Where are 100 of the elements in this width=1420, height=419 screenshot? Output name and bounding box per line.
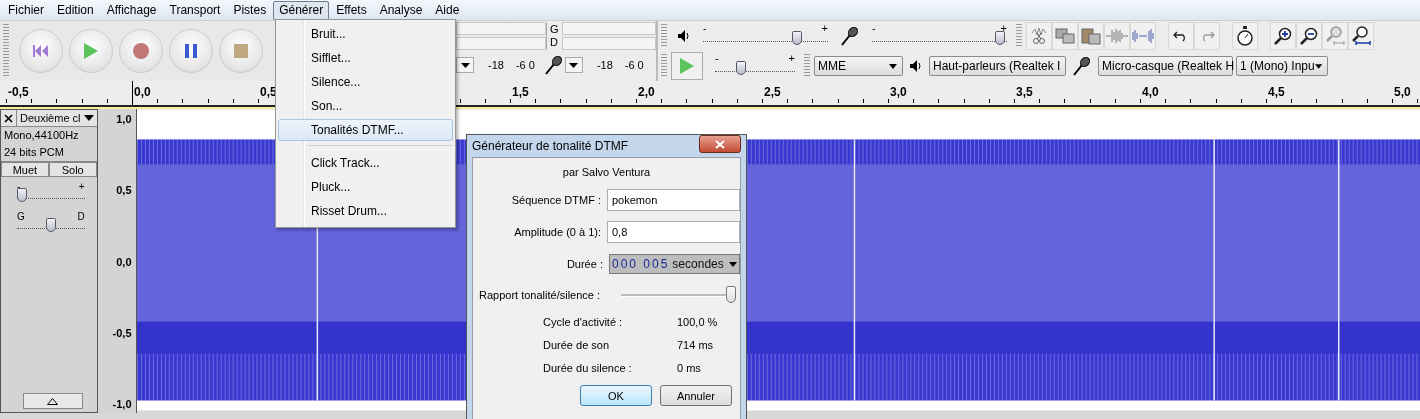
field-label: Séquence DTMF : <box>510 194 602 206</box>
close-button[interactable] <box>699 135 741 153</box>
duration-field[interactable]: 000 005 secondes <box>608 254 740 274</box>
menu-item[interactable]: Edition <box>51 0 100 20</box>
menu-item[interactable]: Analyse <box>373 0 429 20</box>
dialog-title: Générateur de tonalité DTMF <box>472 139 629 153</box>
amplitude-label: -0,5 <box>112 326 132 340</box>
input-field[interactable]: 0,8 <box>607 221 740 243</box>
input-device-dropdown[interactable]: Micro-casque (Realtek H <box>1098 56 1233 76</box>
speed-slider[interactable]: - + <box>715 54 795 78</box>
amplitude-label: 0,0 <box>116 255 132 269</box>
trim-button[interactable] <box>1026 22 1052 50</box>
menu-item[interactable]: Effets <box>330 0 373 20</box>
dropdown-button[interactable] <box>456 57 474 73</box>
menu-item[interactable]: Pistes <box>227 0 273 20</box>
magnifier-bar-icon <box>1351 26 1371 46</box>
track-toggle-button[interactable]: Solo <box>48 162 97 177</box>
amplitude-label: 0,5 <box>116 184 132 198</box>
play-icon <box>679 57 695 75</box>
track-name-menu[interactable]: Deuxième cl <box>17 110 97 126</box>
slider-thumb[interactable] <box>17 188 28 202</box>
menu-item[interactable]: Transport <box>163 0 227 20</box>
ruler-label: 3,5 <box>1016 85 1033 99</box>
close-icon <box>715 139 725 149</box>
record-button[interactable] <box>119 29 163 73</box>
fit-project-button[interactable] <box>1348 22 1374 50</box>
speaker-icon <box>909 59 923 73</box>
slider-thumb[interactable] <box>736 61 747 75</box>
amplitude-label: -1,0 <box>112 398 132 411</box>
caret-icon <box>729 261 737 267</box>
menu-entry[interactable]: Risset Drum... <box>278 200 453 222</box>
close-icon <box>4 113 13 123</box>
zoom-in-icon <box>1274 27 1292 45</box>
stat-label: Durée du silence : <box>542 361 633 374</box>
menu-entry[interactable]: Tonalités DTMF... <box>278 119 453 141</box>
microphone-icon <box>544 55 563 75</box>
ruler-label: 4,5 <box>1268 85 1285 99</box>
undo-button[interactable] <box>1168 22 1194 50</box>
menu-item[interactable]: Affichage <box>100 0 163 20</box>
dialog-button[interactable]: OK <box>580 385 652 406</box>
host-dropdown[interactable]: MME <box>814 56 903 76</box>
menu-entry[interactable]: Sifflet... <box>278 47 453 69</box>
slider-thumb[interactable] <box>726 286 736 303</box>
slider-plus-label: + <box>821 22 828 34</box>
play-icon <box>83 42 99 60</box>
menu-entry[interactable]: Click Track... <box>278 152 453 174</box>
input-volume-slider[interactable]: - + <box>872 24 1007 48</box>
menu-entry[interactable]: Pluck... <box>278 176 453 198</box>
microphone-icon <box>840 26 860 46</box>
pause-button[interactable] <box>169 29 213 73</box>
copy-button[interactable] <box>1052 22 1078 50</box>
field-label: Rapport tonalité/silence : <box>478 289 602 301</box>
track-toggle-button[interactable]: Muet <box>1 162 49 177</box>
microphone-icon <box>1072 56 1092 76</box>
playhead-marker <box>132 81 133 105</box>
pan-slider[interactable]: G D <box>17 211 85 237</box>
ruler-label: 1,5 <box>512 85 529 99</box>
output-device-dropdown[interactable]: Haut-parleurs (Realtek I <box>929 56 1066 76</box>
channel-label: G <box>550 23 560 36</box>
input-channels-dropdown[interactable]: 1 (Mono) Inpu <box>1236 56 1328 76</box>
menu-item[interactable]: Aide <box>429 0 466 20</box>
amplitude-label: 1,0 <box>116 113 132 126</box>
meter-scale-label: -18 <box>488 59 504 71</box>
zoom-out-button[interactable] <box>1296 22 1322 50</box>
ruler-label: 4,0 <box>1142 85 1159 99</box>
slider-minus-label: - <box>17 181 21 192</box>
waveform-icon <box>1132 28 1154 44</box>
volume-slider[interactable]: - + <box>703 24 828 48</box>
collapse-button[interactable] <box>23 393 83 409</box>
slider-thumb[interactable] <box>995 31 1006 45</box>
ratio-slider[interactable] <box>621 285 736 305</box>
ruler-label: 2,5 <box>764 85 781 99</box>
slider-plus-label: + <box>1000 22 1007 34</box>
field-label: Amplitude (0 à 1): <box>513 226 602 238</box>
stat-value: 0 ms <box>677 361 701 374</box>
slider-plus-label: + <box>78 181 85 192</box>
menu-item[interactable]: Fichier <box>2 0 50 20</box>
slider-plus-label: + <box>788 52 795 64</box>
stat-label: Durée de son <box>542 338 611 351</box>
skip-to-start-button[interactable] <box>19 29 63 73</box>
paste-button[interactable] <box>1078 22 1104 50</box>
zoom-out-icon <box>1300 27 1318 45</box>
menu-entry[interactable]: Bruit... <box>278 23 453 45</box>
dropdown-button[interactable] <box>564 57 583 73</box>
magnifier-arrows-icon <box>1325 26 1345 46</box>
zoom-in-button[interactable] <box>1270 22 1296 50</box>
slider-thumb[interactable] <box>791 31 802 45</box>
caret-icon <box>889 63 897 69</box>
input-field[interactable]: pokemon <box>607 189 740 211</box>
dialog-button[interactable]: Annuler <box>660 385 732 406</box>
clipboard-icon <box>1081 27 1101 45</box>
gain-slider[interactable]: - + <box>17 181 85 207</box>
timer-button[interactable] <box>1232 22 1258 50</box>
slider-thumb[interactable] <box>45 218 56 232</box>
stat-value: 100,0 % <box>677 315 718 328</box>
track-bit-depth-label: 24 bits PCM <box>3 145 65 160</box>
speaker-icon <box>677 29 691 43</box>
menu-item[interactable]: Générer <box>273 0 330 20</box>
track-format-label: Mono,44100Hz <box>3 128 80 143</box>
author-label: par Salvo Ventura <box>562 166 651 178</box>
